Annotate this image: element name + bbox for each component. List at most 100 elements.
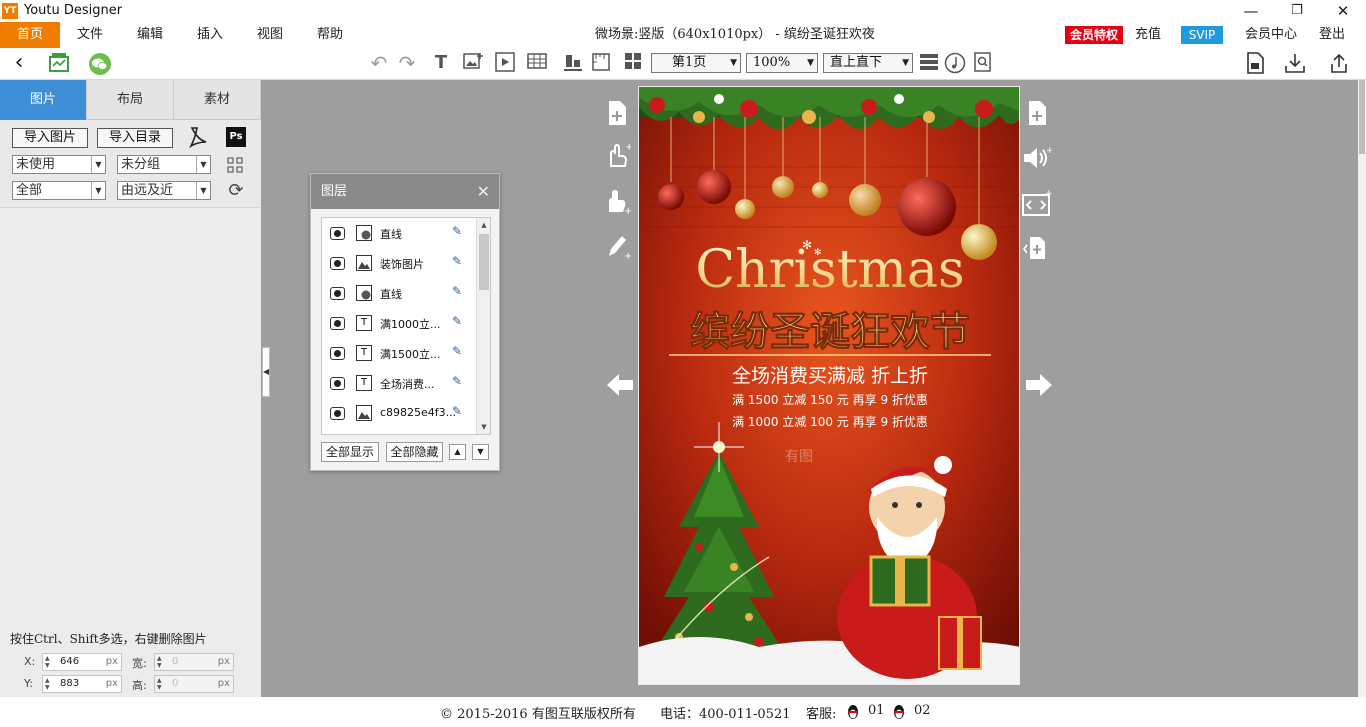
- scroll-thumb[interactable]: [479, 234, 489, 290]
- group-filter-select[interactable]: 未分组 ▼: [117, 155, 211, 174]
- x-input[interactable]: ▲ ▼ 646 px: [42, 653, 122, 671]
- qq-service-1[interactable]: 01: [868, 703, 885, 718]
- svip-button[interactable]: SVIP: [1181, 26, 1223, 44]
- menu-help[interactable]: 帮助: [306, 22, 354, 48]
- add-page-icon[interactable]: [602, 100, 632, 130]
- edit-pencil-icon[interactable]: ✎: [452, 224, 462, 238]
- align-bottom-icon[interactable]: [562, 52, 584, 74]
- collapse-panel-handle[interactable]: ◀: [262, 347, 270, 397]
- menu-file[interactable]: 文件: [66, 22, 114, 48]
- back-icon[interactable]: ‹: [8, 52, 30, 74]
- edit-pencil-icon[interactable]: ✎: [452, 344, 462, 358]
- insert-text-icon[interactable]: T: [430, 52, 452, 74]
- visibility-eye-icon[interactable]: [330, 227, 345, 240]
- wechat-icon[interactable]: [88, 52, 111, 75]
- layer-row[interactable]: T 全场消费... ✎: [322, 368, 474, 398]
- pdf-icon[interactable]: [188, 126, 208, 149]
- qq-penguin-icon[interactable]: [846, 704, 860, 720]
- sort-order-select[interactable]: 由远及近 ▼: [117, 181, 211, 200]
- draw-pen-icon[interactable]: +: [602, 232, 632, 262]
- list-view-icon[interactable]: [918, 52, 940, 74]
- menu-insert[interactable]: 插入: [186, 22, 234, 48]
- close-icon[interactable]: ✕: [1320, 0, 1366, 22]
- move-layer-up-icon[interactable]: ▲: [449, 444, 466, 460]
- qq-service-2[interactable]: 02: [914, 703, 931, 718]
- restore-icon[interactable]: ❐: [1274, 0, 1320, 22]
- edit-pencil-icon[interactable]: ✎: [452, 374, 462, 388]
- design-canvas[interactable]: Christmas ✻ ✻ 缤纷圣诞狂欢节 全场消费买满减 折上折 满 1500…: [638, 86, 1020, 685]
- copy-page-icon[interactable]: [1022, 234, 1052, 264]
- refresh-icon[interactable]: ⟳: [226, 181, 246, 201]
- import-image-button[interactable]: 导入图片: [12, 128, 88, 148]
- svg-text:+: +: [625, 142, 631, 153]
- import-directory-button[interactable]: 导入目录: [97, 128, 173, 148]
- grid-layout-icon[interactable]: [622, 52, 644, 74]
- qq-penguin-icon[interactable]: [892, 704, 906, 720]
- add-page-after-icon[interactable]: [1022, 100, 1052, 130]
- menu-view[interactable]: 视图: [246, 22, 294, 48]
- layer-row[interactable]: 直线 ✎: [322, 218, 474, 248]
- menu-home[interactable]: 首页: [0, 22, 60, 48]
- layer-row[interactable]: 装饰图片 ✎: [322, 248, 474, 278]
- next-page-arrow-icon[interactable]: [1024, 370, 1054, 407]
- tab-layout[interactable]: 布局: [87, 80, 174, 120]
- show-all-button[interactable]: 全部显示: [321, 442, 379, 462]
- tab-materials[interactable]: 素材: [174, 80, 261, 120]
- save-icon[interactable]: [1244, 52, 1266, 74]
- layer-row[interactable]: 直线 ✎: [322, 278, 474, 308]
- usage-filter-select[interactable]: 未使用 ▼: [12, 155, 106, 174]
- menu-edit[interactable]: 编辑: [126, 22, 174, 48]
- insert-video-icon[interactable]: [494, 52, 516, 74]
- visibility-eye-icon[interactable]: [330, 347, 345, 360]
- member-center-link[interactable]: 会员中心: [1238, 22, 1304, 48]
- minimize-icon[interactable]: —: [1228, 0, 1274, 22]
- page-select[interactable]: 第1页 ▼: [651, 53, 741, 73]
- vip-privilege-button[interactable]: 会员特权: [1065, 26, 1123, 44]
- workspace-scrollbar[interactable]: [1358, 80, 1366, 697]
- visibility-eye-icon[interactable]: [330, 407, 345, 420]
- edit-pencil-icon[interactable]: ✎: [452, 314, 462, 328]
- y-input[interactable]: ▲ ▼ 883 px: [42, 675, 122, 693]
- thumbnail-grid-icon[interactable]: [227, 157, 243, 173]
- click-trigger-icon[interactable]: +: [602, 142, 633, 172]
- scroll-up-icon[interactable]: ▲: [479, 219, 489, 231]
- download-icon[interactable]: [1284, 52, 1306, 74]
- layer-row[interactable]: c89825e4f3... ✎: [322, 398, 474, 428]
- preview-icon[interactable]: [48, 52, 70, 74]
- drag-gesture-icon[interactable]: +: [602, 188, 632, 218]
- edit-pencil-icon[interactable]: ✎: [452, 284, 462, 298]
- visibility-eye-icon[interactable]: [330, 287, 345, 300]
- previous-page-arrow-icon[interactable]: [605, 370, 635, 407]
- edit-pencil-icon[interactable]: ✎: [452, 254, 462, 268]
- hide-all-button[interactable]: 全部隐藏: [386, 442, 443, 462]
- visibility-eye-icon[interactable]: [330, 377, 345, 390]
- photoshop-icon[interactable]: Ps: [226, 127, 246, 147]
- layer-scrollbar[interactable]: ▲ ▼: [476, 218, 490, 434]
- undo-icon[interactable]: ↶: [368, 52, 390, 74]
- close-icon[interactable]: ✕: [477, 174, 490, 209]
- recharge-link[interactable]: 充值: [1128, 22, 1168, 48]
- transition-mode-select[interactable]: 直上直下 ▼: [823, 53, 913, 73]
- workspace-scroll-thumb[interactable]: [1359, 80, 1365, 154]
- zoom-select[interactable]: 100% ▼: [746, 53, 818, 73]
- layer-row[interactable]: T 满1000立... ✎: [322, 308, 474, 338]
- insert-table-icon[interactable]: [526, 52, 548, 74]
- logout-link[interactable]: 登出: [1314, 22, 1350, 48]
- tab-images[interactable]: 图片: [0, 80, 87, 120]
- layer-row[interactable]: T 满1500立... ✎: [322, 338, 474, 368]
- page-width-icon[interactable]: +: [1022, 189, 1053, 220]
- redo-icon[interactable]: ↷: [396, 52, 418, 74]
- all-filter-select[interactable]: 全部 ▼: [12, 181, 106, 200]
- move-layer-down-icon[interactable]: ▼: [472, 444, 489, 460]
- sound-icon[interactable]: +: [1022, 144, 1054, 174]
- visibility-eye-icon[interactable]: [330, 317, 345, 330]
- ruler-icon[interactable]: [590, 52, 612, 74]
- music-icon[interactable]: [944, 52, 966, 74]
- publish-icon[interactable]: [1328, 52, 1350, 74]
- insert-image-icon[interactable]: [462, 52, 484, 74]
- layer-panel-header[interactable]: 图层 ✕: [311, 174, 499, 209]
- visibility-eye-icon[interactable]: [330, 257, 345, 270]
- edit-pencil-icon[interactable]: ✎: [452, 404, 462, 418]
- scroll-down-icon[interactable]: ▼: [479, 421, 489, 433]
- preview-search-icon[interactable]: [972, 52, 994, 74]
